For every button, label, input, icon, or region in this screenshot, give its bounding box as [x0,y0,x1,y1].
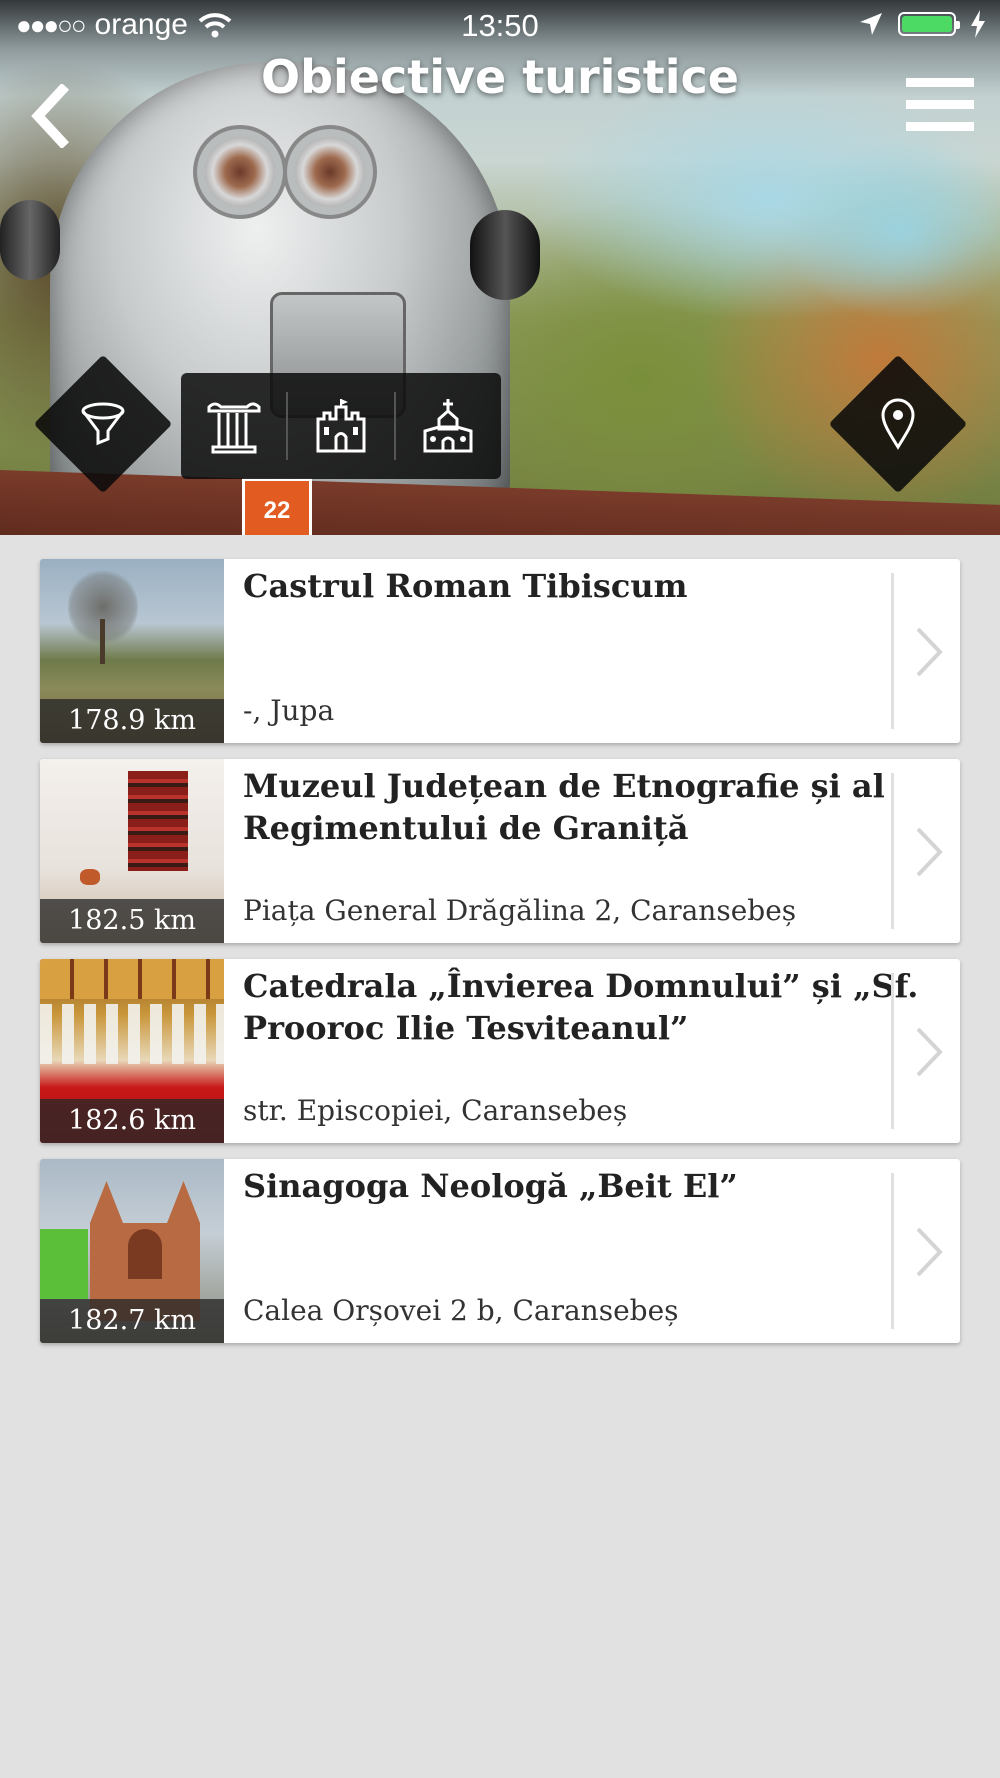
attractions-list: 178.9 km Castrul Roman Tibiscum -, Jupa … [40,559,960,1359]
item-address: -, Jupa [243,694,335,727]
item-distance: 182.5 km [40,899,224,943]
category-castles-button[interactable] [288,373,393,479]
chevron-right-icon [916,1227,943,1277]
chevron-right-icon [916,1027,943,1077]
item-divider [891,1173,894,1329]
item-title: Catedrala „Învierea Domnului” și „Sf. Pr… [243,967,919,1047]
item-title: Muzeul Județean de Etnografie și al Regi… [243,767,885,847]
viewer-arm-left [0,200,60,280]
item-distance: 182.6 km [40,1099,224,1143]
item-thumbnail: 182.6 km [40,959,224,1143]
item-address: str. Episcopiei, Caransebeș [243,1094,628,1127]
chevron-right-icon [916,827,943,877]
list-item[interactable]: 182.7 km Sinagoga Neologă „Beit El” Cale… [40,1159,960,1343]
chevron-left-icon [31,82,70,150]
list-item[interactable]: 182.5 km Muzeul Județean de Etnografie ș… [40,759,960,943]
item-title: Sinagoga Neologă „Beit El” [243,1167,738,1205]
road-sign: 22 [242,478,312,535]
location-arrow-icon [860,13,882,35]
list-item[interactable]: 178.9 km Castrul Roman Tibiscum -, Jupa [40,559,960,743]
column-icon [207,402,261,454]
list-item[interactable]: 182.6 km Catedrala „Învierea Domnului” ș… [40,959,960,1143]
item-thumbnail: 182.7 km [40,1159,224,1343]
status-bar: ●●●○○ orange 13:50 [0,0,1000,52]
item-distance: 182.7 km [40,1299,224,1343]
church-icon [423,399,473,453]
back-button[interactable] [26,82,74,150]
viewer-arm-right [470,210,540,300]
viewer-eye-left [205,137,275,207]
page-title: Obiective turistice [260,50,739,104]
item-distance: 178.9 km [40,699,224,743]
item-divider [891,573,894,729]
chevron-right-icon [916,627,943,677]
hamburger-menu-icon [906,78,974,87]
item-thumbnail: 182.5 km [40,759,224,943]
item-address: Piața General Drăgălina 2, Caransebeș [243,894,797,927]
category-filter-bar [181,373,501,479]
viewer-eye-right [295,137,365,207]
item-divider [891,773,894,929]
funnel-icon [81,402,125,446]
battery-icon [898,12,960,36]
item-title: Castrul Roman Tibiscum [243,567,688,605]
item-divider [891,973,894,1129]
filter-button[interactable] [33,354,173,494]
map-button[interactable] [828,354,968,494]
item-thumbnail: 178.9 km [40,559,224,743]
battery-level [902,16,952,32]
castle-icon [316,399,366,453]
menu-button[interactable] [906,78,974,136]
charging-bolt-icon [971,10,985,38]
item-address: Calea Orșovei 2 b, Caransebeș [243,1294,679,1327]
category-churches-button[interactable] [396,373,501,479]
clock: 13:50 [461,8,539,43]
category-monuments-button[interactable] [181,373,286,479]
map-pin-icon [881,398,915,450]
